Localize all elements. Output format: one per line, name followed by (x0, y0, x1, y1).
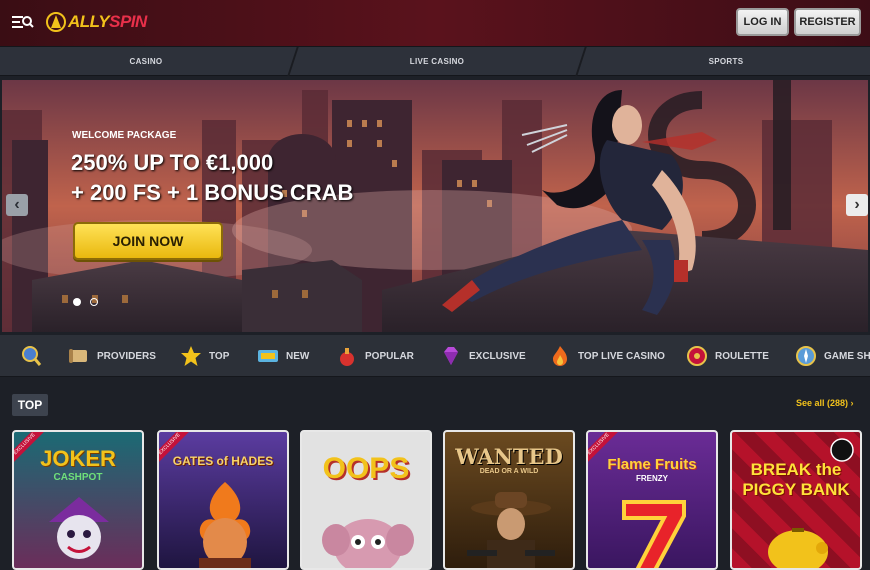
carousel-dot-active[interactable] (73, 298, 81, 306)
category-roulette[interactable]: ROULETTE (686, 335, 769, 377)
game-subtitle: FRENZY (636, 474, 668, 483)
category-label: GAME SHO (824, 350, 870, 362)
tab-casino[interactable]: CASINO (0, 47, 292, 76)
game-card-wanted[interactable]: WANTED DEAD OR A WILD (443, 430, 575, 570)
category-new[interactable]: NEW (257, 335, 309, 377)
join-now-button[interactable]: JOIN NOW (73, 222, 223, 260)
category-exclusive[interactable]: EXCLUSIVE (440, 335, 526, 377)
category-label: TOP (209, 350, 230, 362)
game-card-joker-cashpot[interactable]: EXCLUSIVE JOKER CASHPOT (12, 430, 144, 570)
new-badge-icon (258, 350, 278, 362)
joker-artwork (49, 497, 109, 559)
elephant-artwork (322, 519, 414, 568)
logo[interactable]: ALLYSPIN (46, 10, 147, 34)
game-title: JOKER (40, 446, 116, 471)
game-title: OOPS (322, 452, 410, 485)
category-label: TOP LIVE CASINO (578, 350, 665, 362)
game-subtitle: DEAD OR A WILD (479, 468, 539, 475)
category-label: EXCLUSIVE (469, 350, 526, 362)
hero-headline-line1: 250% UP TO €1,000 (71, 150, 274, 175)
search-icon (22, 346, 42, 366)
game-title: Flame Fruits (607, 456, 697, 473)
scroll-icon (69, 349, 87, 363)
carousel-next-button[interactable]: › (846, 194, 868, 216)
main-nav: CASINO LIVE CASINO SPORTS (0, 46, 870, 76)
hades-artwork (199, 482, 251, 568)
gem-icon (444, 347, 458, 365)
hero-headline: 250% UP TO €1,000 + 200 FS + 1 BONUS CRA… (71, 148, 391, 208)
game-title: WANTED (455, 444, 563, 469)
chevron-right-icon: › (850, 398, 854, 408)
hero-headline-line2: + 200 FS + 1 BONUS CRAB (71, 180, 354, 205)
top-bar: ALLYSPIN LOG IN REGISTER (0, 0, 870, 46)
category-search[interactable] (20, 335, 42, 377)
tab-live-casino[interactable]: LIVE CASINO (294, 47, 580, 76)
category-top[interactable]: TOP (180, 335, 229, 377)
menu-search-icon[interactable] (12, 13, 34, 31)
category-bar: PROVIDERS TOP NEW POPULAR EXCLUSIVE TOP … (0, 335, 870, 377)
fire-potion-icon (340, 348, 354, 366)
category-providers[interactable]: PROVIDERS (68, 335, 156, 377)
login-button[interactable]: LOG IN (736, 8, 789, 36)
tab-sports[interactable]: SPORTS (582, 47, 870, 76)
see-all-label: See all (288) (796, 398, 849, 408)
cowboy-artwork (467, 492, 555, 568)
category-popular[interactable]: POPULAR (336, 335, 414, 377)
category-top-live-casino[interactable]: TOP LIVE CASINO (549, 335, 665, 377)
star-icon (181, 346, 201, 366)
chevron-left-icon: ‹ (14, 196, 20, 213)
section-title: TOP (12, 394, 48, 416)
register-button[interactable]: REGISTER (794, 8, 861, 36)
game-card-gates-of-hades[interactable]: EXCLUSIVE GATES of HADES (157, 430, 289, 570)
hero-banner[interactable]: WELCOME PACKAGE 250% UP TO €1,000 + 200 … (2, 80, 868, 332)
game-title: GATES of HADES (172, 454, 274, 468)
game-subtitle: CASHPOT (53, 472, 103, 483)
piggy-bank-artwork (768, 528, 828, 568)
game-card-oops[interactable]: OOPS (300, 430, 432, 570)
category-label: POPULAR (365, 350, 414, 362)
game-card-break-the-piggy-bank[interactable]: BREAK the PIGGY BANK (730, 430, 862, 570)
lucky-seven-artwork (622, 500, 686, 568)
compass-icon (796, 346, 816, 366)
category-label: PROVIDERS (97, 350, 156, 362)
logo-icon (46, 12, 66, 32)
roulette-icon (687, 346, 707, 366)
carousel-dot[interactable] (90, 298, 98, 306)
logo-text: ALLYSPIN (68, 12, 147, 32)
top-games-section: TOP See all (288) › EXCLUSIVE JOKER CASH… (0, 378, 870, 570)
category-game-shows[interactable]: GAME SHO (795, 335, 870, 377)
bonus-hunt-badge-icon (830, 438, 854, 462)
hero-eyebrow: WELCOME PACKAGE (72, 130, 177, 141)
category-label: ROULETTE (715, 350, 769, 362)
carousel-prev-button[interactable]: ‹ (6, 194, 28, 216)
logo-text-ally: ALLY (68, 12, 110, 31)
flame-icon (553, 346, 567, 366)
see-all-link[interactable]: See all (288) › (796, 398, 854, 408)
logo-text-spin: SPIN (109, 12, 147, 31)
game-card-flame-fruits-frenzy[interactable]: EXCLUSIVE Flame Fruits FRENZY (586, 430, 718, 570)
category-label: NEW (286, 350, 310, 362)
game-title: BREAK the PIGGY BANK (742, 460, 850, 499)
chevron-right-icon: › (854, 196, 860, 213)
